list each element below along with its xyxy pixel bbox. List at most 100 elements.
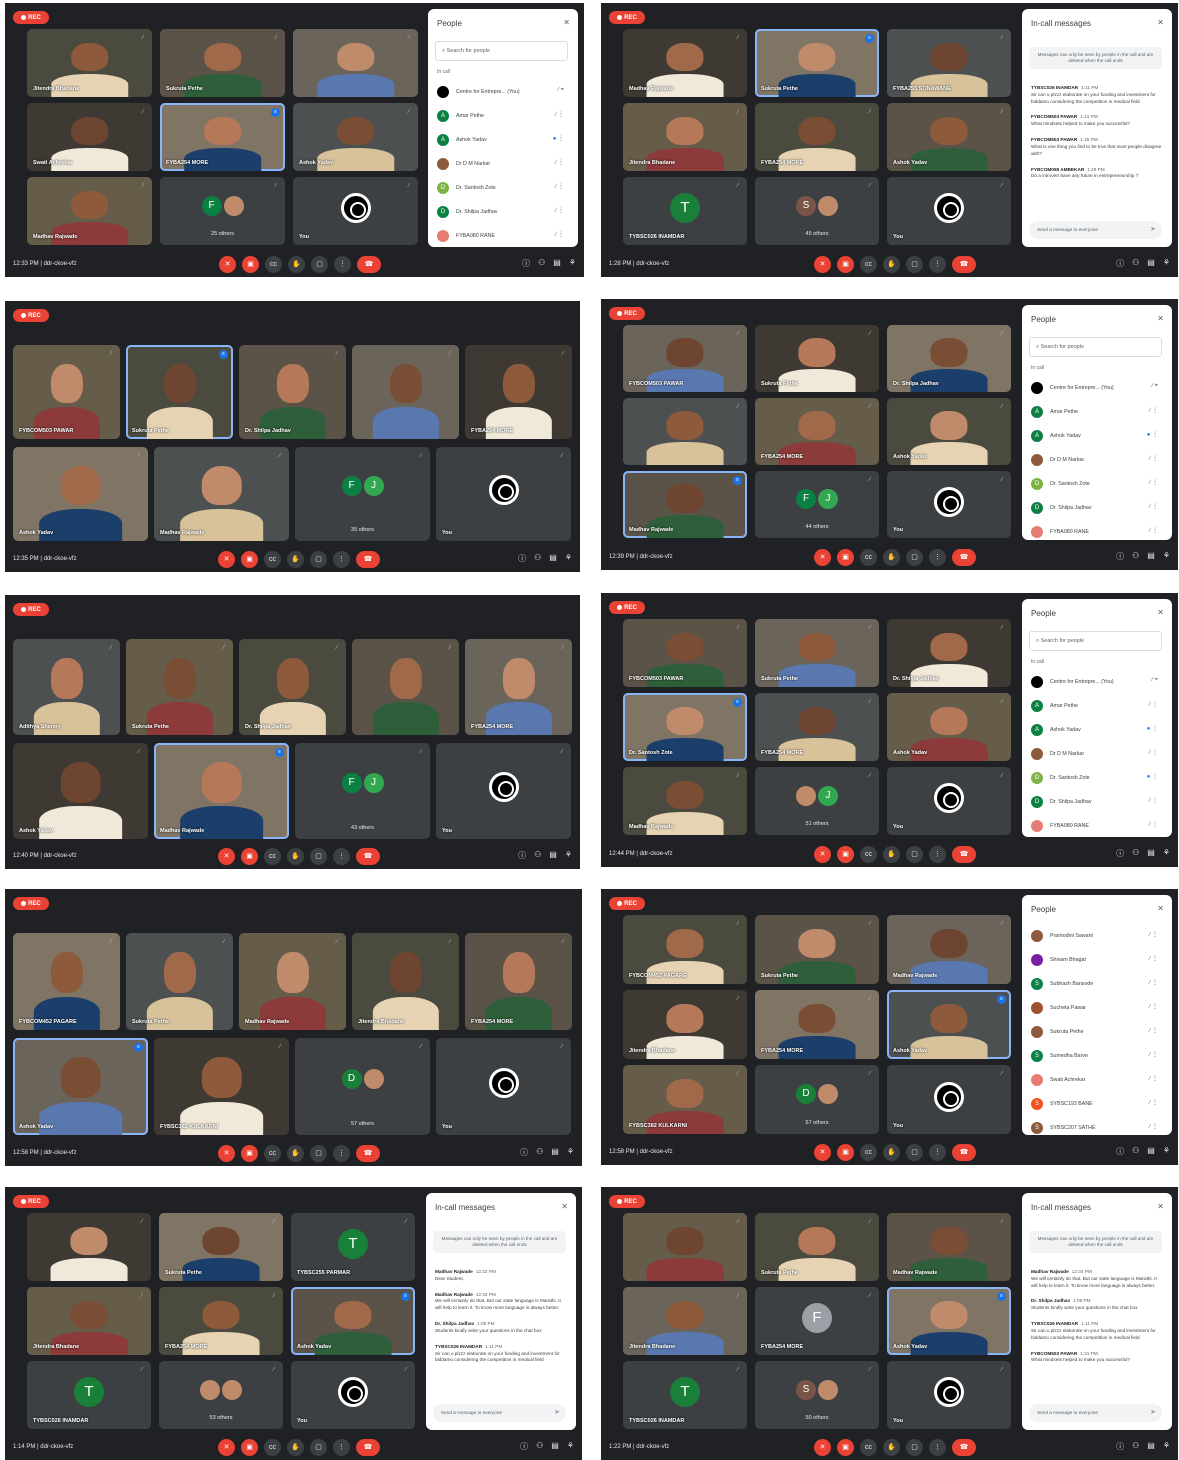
more-vert-icon[interactable]: ⋮ (1152, 956, 1158, 962)
participant-tile[interactable]: Sukruta Pethe ≡ (755, 29, 879, 97)
raise-hand-button[interactable]: ✋ (883, 549, 900, 566)
more-options-button[interactable]: ⋮ (333, 551, 350, 568)
participant-tile[interactable]: FYBA255 SONAWANE ∕ (887, 29, 1011, 97)
present-button[interactable]: ▢ (310, 1145, 327, 1162)
list-item[interactable]: A Amar Pethe ∕ ⋮ (1029, 401, 1162, 425)
others-tile[interactable]: D 57 others ∕ (295, 1038, 430, 1135)
participant-tile[interactable]: ∕ (352, 639, 459, 735)
chat-icon[interactable]: ▤ (549, 553, 557, 564)
participant-tile[interactable]: FYBA254 MORE ∕ (159, 1287, 283, 1355)
more-vert-icon[interactable]: ⋮ (1152, 798, 1158, 804)
search-input[interactable]: ⌕ Search for people (1029, 337, 1162, 357)
chat-icon[interactable]: ▤ (1147, 1441, 1155, 1452)
info-icon[interactable]: ⓘ (1116, 258, 1124, 269)
participant-tile[interactable]: Swati Achrekar ∕ (27, 103, 152, 171)
self-view-tile[interactable]: You ∕ (887, 767, 1011, 835)
list-item[interactable]: D Dr. Shilpa Jadhav ∕ ⋮ (435, 201, 568, 225)
participant-tile[interactable]: T TYBSC026 INAMDAR ∕ (623, 177, 747, 245)
leave-call-button[interactable]: ☎ (356, 551, 380, 568)
activities-icon[interactable]: ⚘ (565, 850, 572, 861)
more-vert-icon[interactable]: ⋮ (1152, 1052, 1158, 1058)
activities-icon[interactable]: ⚘ (1163, 1441, 1170, 1452)
close-icon[interactable]: ✕ (1157, 608, 1164, 617)
list-item[interactable]: D Dr. Shilpa Jadhav ∕ ⋮ (1029, 791, 1162, 815)
chat-icon[interactable]: ▤ (551, 1147, 559, 1158)
leave-call-button[interactable]: ☎ (952, 256, 976, 273)
participant-tile[interactable]: FYBA254 MORE ∕ (755, 103, 879, 171)
chat-icon[interactable]: ▤ (553, 258, 561, 269)
participant-tile[interactable]: Sukruta Pethe ∕ (160, 29, 285, 97)
participant-tile[interactable]: Madhav Rajwade ≡ (154, 743, 289, 839)
raise-hand-button[interactable]: ✋ (883, 256, 900, 273)
raise-hand-button[interactable]: ✋ (883, 1439, 900, 1456)
row-actions[interactable]: ∕ ⋮ (1149, 931, 1158, 938)
row-actions[interactable]: ∕ ⋮ (555, 183, 564, 190)
participant-tile[interactable]: ∕ (293, 29, 418, 97)
list-item[interactable]: S Sumedha Barve ∕ ⋮ (1029, 1045, 1162, 1069)
row-actions[interactable]: ∕ ⋮ (1149, 821, 1158, 828)
row-actions[interactable]: ● ⋮ (1147, 725, 1158, 732)
mic-off-button[interactable]: ✕ (218, 1145, 235, 1162)
list-item[interactable]: FYBA080 RANE ∕ ⋮ (1029, 521, 1162, 540)
more-options-button[interactable]: ⋮ (333, 1439, 350, 1456)
camera-off-button[interactable]: ▣ (241, 1145, 258, 1162)
message-input[interactable]: Send a message to everyone ➤ (1029, 1404, 1162, 1422)
people-icon[interactable]: ⚇ (534, 553, 541, 564)
captions-button[interactable]: cc (860, 1144, 877, 1161)
self-view-tile[interactable]: You ∕ (291, 1361, 415, 1429)
mic-off-button[interactable]: ✕ (218, 1439, 235, 1456)
participant-tile[interactable]: FYBA254 MORE ≡ (160, 103, 285, 171)
participant-tile[interactable]: FYBA254 MORE ∕ (755, 990, 879, 1059)
list-item[interactable]: Dr D M Narkar ∕ ⋮ (1029, 743, 1162, 767)
participant-tile[interactable]: Ashok Yadav ∕ (887, 398, 1011, 465)
list-item[interactable]: Swati Achrekar ∕ ⋮ (1029, 1069, 1162, 1093)
camera-off-button[interactable]: ▣ (241, 551, 258, 568)
participant-tile[interactable]: Ashok Yadav ≡ (13, 1038, 148, 1135)
self-view-tile[interactable]: You ∕ (293, 177, 418, 245)
row-actions[interactable]: ∕ ⋮ (1149, 749, 1158, 756)
list-item[interactable]: FYBA080 RANE ∕ ⋮ (1029, 815, 1162, 837)
participant-tile[interactable]: Madhav Rajwade ∕ (623, 767, 747, 835)
info-icon[interactable]: ⓘ (1116, 551, 1124, 562)
participant-tile[interactable]: Ashok Yadav ≡ (291, 1287, 415, 1355)
people-icon[interactable]: ⚇ (1132, 1146, 1139, 1157)
pin-icon[interactable]: ⌖ (561, 87, 564, 93)
present-button[interactable]: ▢ (906, 256, 923, 273)
present-button[interactable]: ▢ (310, 848, 327, 865)
row-actions[interactable]: ∕ ⋮ (1149, 1075, 1158, 1082)
row-actions[interactable]: ∕ ⋮ (1149, 527, 1158, 534)
raise-hand-button[interactable]: ✋ (287, 848, 304, 865)
participant-tile[interactable]: ∕ (27, 1213, 151, 1281)
send-icon[interactable]: ➤ (1150, 225, 1156, 233)
send-icon[interactable]: ➤ (1150, 1408, 1156, 1416)
participant-tile[interactable]: Ashok Yadav ≡ (887, 1287, 1011, 1355)
pin-icon[interactable]: ⌖ (1155, 677, 1158, 683)
others-tile[interactable]: F J 44 others ∕ (755, 471, 879, 538)
participant-tile[interactable]: FYBSC382 KULKARNI ∕ (154, 1038, 289, 1135)
activities-icon[interactable]: ⚘ (1163, 258, 1170, 269)
participant-tile[interactable]: ∕ (352, 345, 459, 439)
list-item[interactable]: D Dr. Santosh Zote ∕ ⋮ (435, 177, 568, 201)
more-vert-icon[interactable]: ⋮ (558, 232, 564, 238)
others-tile[interactable]: 53 others ∕ (159, 1361, 283, 1429)
list-item[interactable]: FYBA080 RANE ∕ ⋮ (435, 225, 568, 247)
camera-off-button[interactable]: ▣ (242, 256, 259, 273)
participant-tile[interactable]: FYBA254 MORE ∕ (465, 345, 572, 439)
raise-hand-button[interactable]: ✋ (287, 1439, 304, 1456)
more-options-button[interactable]: ⋮ (333, 1145, 350, 1162)
participant-tile[interactable]: Madhav Rajwade ∕ (887, 1213, 1011, 1281)
list-item[interactable]: A Amar Pethe ∕ ⋮ (1029, 695, 1162, 719)
list-item[interactable]: S SYBSC207 SATHE ∕ ⋮ (1029, 1117, 1162, 1135)
more-vert-icon[interactable]: ⋮ (558, 184, 564, 190)
list-item[interactable]: A Ashok Yadav ● ⋮ (1029, 719, 1162, 743)
self-view-tile[interactable]: You ∕ (436, 1038, 571, 1135)
activities-icon[interactable]: ⚘ (567, 1441, 574, 1452)
camera-off-button[interactable]: ▣ (837, 256, 854, 273)
more-options-button[interactable]: ⋮ (929, 846, 946, 863)
participant-tile[interactable]: Ashok Yadav ∕ (13, 447, 148, 541)
people-icon[interactable]: ⚇ (1132, 258, 1139, 269)
leave-call-button[interactable]: ☎ (356, 1439, 380, 1456)
info-icon[interactable]: ⓘ (1116, 1146, 1124, 1157)
list-item[interactable]: A Amar Pethe ∕ ⋮ (435, 105, 568, 129)
more-vert-icon[interactable]: ⋮ (1152, 456, 1158, 462)
